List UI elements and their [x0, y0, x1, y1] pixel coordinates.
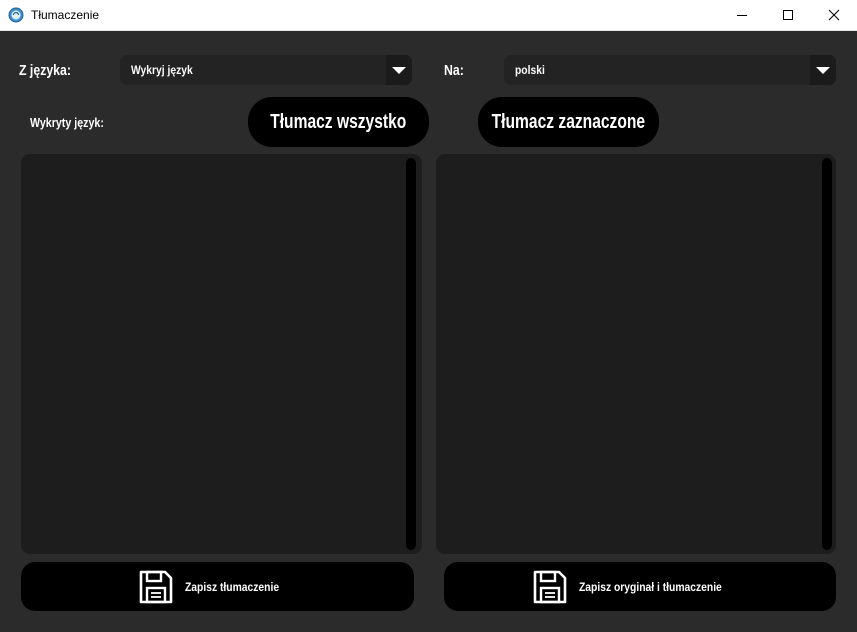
- window-titlebar[interactable]: Tłumaczenie: [0, 0, 857, 31]
- chevron-down-icon: [816, 67, 830, 74]
- app-logo-icon: [8, 7, 24, 23]
- maximize-button[interactable]: [765, 0, 811, 30]
- target-dropdown-arrow[interactable]: [810, 55, 836, 85]
- chevron-down-icon: [392, 67, 406, 74]
- save-translation-label: Zapisz tłumaczenie: [185, 580, 280, 594]
- minimize-button[interactable]: [719, 0, 765, 30]
- source-language-dropdown[interactable]: Wykryj język: [120, 55, 412, 85]
- translate-selected-button[interactable]: Tłumacz zaznaczone: [478, 97, 659, 147]
- window-title: Tłumaczenie: [31, 8, 100, 22]
- maximize-icon: [783, 10, 793, 20]
- translated-text-area[interactable]: [436, 154, 836, 554]
- translate-all-label: Tłumacz wszystko: [270, 110, 407, 133]
- detected-language-label: Wykryty język:: [30, 115, 104, 130]
- save-original-and-translation-button[interactable]: Zapisz oryginał i tłumaczenie: [444, 562, 836, 611]
- translated-scrollbar-thumb[interactable]: [822, 158, 832, 550]
- target-language-value: polski: [515, 63, 545, 77]
- translate-all-button[interactable]: Tłumacz wszystko: [248, 97, 429, 147]
- save-translation-button[interactable]: Zapisz tłumaczenie: [21, 562, 414, 611]
- target-language-label: Na:: [444, 62, 464, 79]
- close-button[interactable]: [811, 0, 857, 30]
- source-text-area[interactable]: [21, 154, 422, 554]
- source-language-value: Wykryj język: [131, 63, 193, 77]
- translate-selected-label: Tłumacz zaznaczone: [491, 110, 646, 133]
- source-dropdown-arrow[interactable]: [386, 55, 412, 85]
- floppy-disk-icon: [533, 570, 567, 604]
- minimize-icon: [737, 15, 747, 16]
- translated-scrollbar[interactable]: [822, 158, 832, 550]
- target-language-dropdown[interactable]: polski: [504, 55, 836, 85]
- source-scrollbar[interactable]: [406, 158, 416, 550]
- save-both-label: Zapisz oryginał i tłumaczenie: [579, 580, 722, 594]
- source-language-label: Z języka:: [19, 62, 71, 79]
- source-scrollbar-thumb[interactable]: [406, 158, 416, 550]
- close-icon: [828, 9, 840, 21]
- floppy-disk-icon: [139, 570, 173, 604]
